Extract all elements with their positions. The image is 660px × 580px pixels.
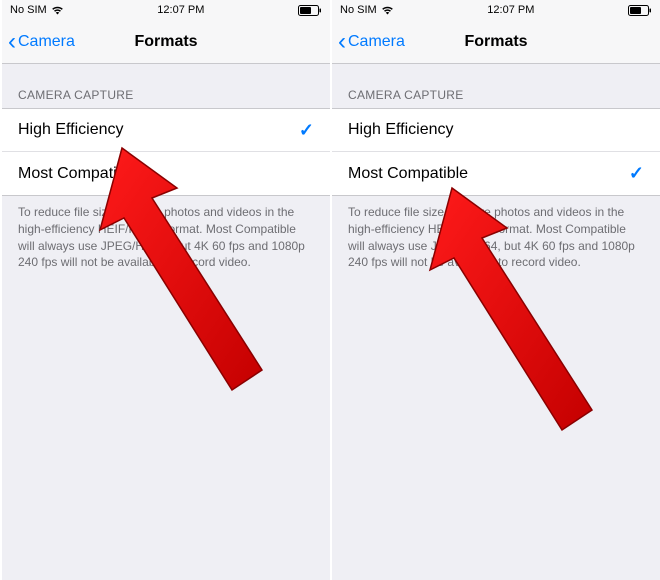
section-footer: To reduce file size, capture photos and … — [2, 196, 330, 279]
section-header: CAMERA CAPTURE — [2, 64, 330, 108]
back-button[interactable]: ‹ Camera — [338, 30, 405, 54]
option-most-compatible[interactable]: Most Compatible — [2, 152, 330, 195]
chevron-left-icon: ‹ — [8, 30, 16, 54]
wifi-icon — [51, 5, 64, 15]
back-button[interactable]: ‹ Camera — [8, 30, 75, 54]
status-bar: No SIM 12:07 PM — [332, 0, 660, 20]
carrier-label: No SIM — [10, 4, 47, 16]
wifi-icon — [381, 5, 394, 15]
checkmark-icon: ✓ — [629, 163, 644, 184]
option-label: High Efficiency — [18, 121, 124, 139]
battery-icon — [628, 5, 652, 16]
section-footer: To reduce file size, capture photos and … — [332, 196, 660, 279]
nav-bar: ‹ Camera Formats — [2, 20, 330, 64]
battery-icon — [298, 5, 322, 16]
screenshot-right: No SIM 12:07 PM ‹ Camera Formats CAMERA … — [330, 0, 660, 580]
option-most-compatible[interactable]: Most Compatible ✓ — [332, 152, 660, 195]
option-high-efficiency[interactable]: High Efficiency ✓ — [2, 109, 330, 152]
page-title: Formats — [134, 33, 197, 51]
chevron-left-icon: ‹ — [338, 30, 346, 54]
option-label: High Efficiency — [348, 121, 454, 139]
section-header: CAMERA CAPTURE — [332, 64, 660, 108]
option-label: Most Compatible — [348, 165, 468, 183]
back-label: Camera — [18, 33, 75, 51]
format-options-group: High Efficiency Most Compatible ✓ — [332, 108, 660, 196]
screenshot-left: No SIM 12:07 PM ‹ Camera Formats CAMERA … — [0, 0, 330, 580]
format-options-group: High Efficiency ✓ Most Compatible — [2, 108, 330, 196]
option-label: Most Compatible — [18, 165, 138, 183]
carrier-label: No SIM — [340, 4, 377, 16]
page-title: Formats — [464, 33, 527, 51]
clock-label: 12:07 PM — [157, 4, 204, 16]
back-label: Camera — [348, 33, 405, 51]
checkmark-icon: ✓ — [299, 120, 314, 141]
clock-label: 12:07 PM — [487, 4, 534, 16]
nav-bar: ‹ Camera Formats — [332, 20, 660, 64]
status-bar: No SIM 12:07 PM — [2, 0, 330, 20]
option-high-efficiency[interactable]: High Efficiency — [332, 109, 660, 152]
